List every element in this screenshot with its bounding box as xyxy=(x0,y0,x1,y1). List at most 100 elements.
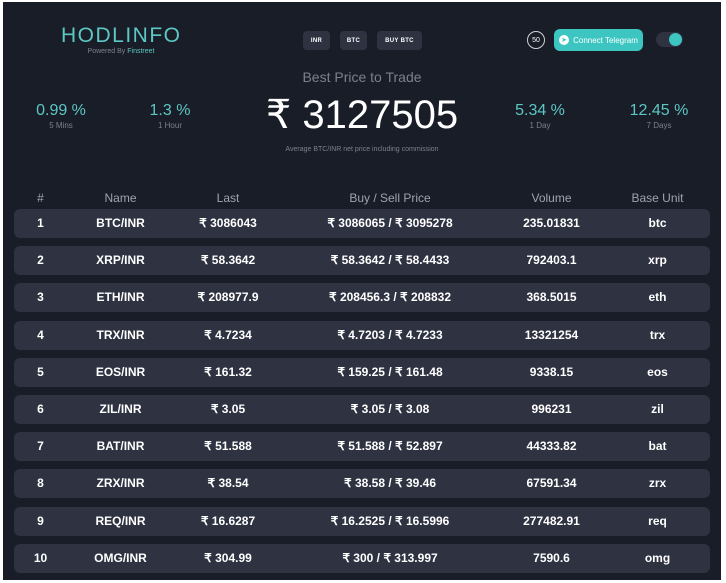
column-header-rank: # xyxy=(37,191,44,205)
cell-base-unit: zrx xyxy=(648,476,667,491)
table-row[interactable]: 7 BAT/INR ₹ 51.588 ₹ 51.588 / ₹ 52.897 4… xyxy=(14,432,710,462)
table-row[interactable]: 1 BTC/INR ₹ 3086043 ₹ 3086065 / ₹ 309527… xyxy=(14,209,710,238)
column-header-volume: Volume xyxy=(531,191,572,205)
cell-base-unit: omg xyxy=(644,550,671,565)
stat-5-mins: 0.99 % 5 Mins xyxy=(16,102,106,130)
best-price-note: Average BTC/INR net price including comm… xyxy=(285,146,439,153)
table-header: # Name Last Buy / Sell Price Volume Base… xyxy=(14,191,710,205)
cell-name: XRP/INR xyxy=(96,253,145,268)
cell-buy-sell: ₹ 208456.3 / ₹ 208832 xyxy=(328,290,452,305)
cell-volume: 67591.34 xyxy=(526,476,577,491)
table-row[interactable]: 10 OMG/INR ₹ 304.99 ₹ 300 / ₹ 313.997 75… xyxy=(14,543,710,573)
stat-label: 1 Day xyxy=(529,121,551,130)
cell-last: ₹ 58.3642 xyxy=(200,253,256,268)
stat-label: 7 Days xyxy=(646,121,672,130)
cell-buy-sell: ₹ 38.58 / ₹ 39.46 xyxy=(344,476,436,491)
cell-last: ₹ 16.6287 xyxy=(200,513,256,528)
stat-7-days: 12.45 % 7 Days xyxy=(614,102,704,130)
cell-rank: 10 xyxy=(33,550,48,565)
cell-buy-sell: ₹ 159.25 / ₹ 161.48 xyxy=(337,364,443,379)
cell-name: REQ/INR xyxy=(95,513,146,528)
cell-last: ₹ 3086043 xyxy=(199,216,257,230)
stat-label: 1 Hour xyxy=(157,121,182,130)
cell-rank: 4 xyxy=(37,327,44,342)
coin-btc-button[interactable]: BTC xyxy=(340,31,367,50)
cell-last: ₹ 208977.9 xyxy=(197,290,259,305)
refresh-timer: 50 xyxy=(527,31,545,49)
cell-last: ₹ 4.7234 xyxy=(204,327,252,342)
cell-name: BTC/INR xyxy=(96,216,145,230)
cell-last: ₹ 51.588 xyxy=(204,439,252,454)
cell-buy-sell: ₹ 3086065 / ₹ 3095278 xyxy=(327,216,453,230)
cell-rank: 1 xyxy=(37,216,44,230)
cell-base-unit: xrp xyxy=(648,253,667,268)
cell-last: ₹ 38.54 xyxy=(207,476,249,491)
brand-subtitle: Powered By Finstreet xyxy=(61,48,181,55)
cell-last: ₹ 304.99 xyxy=(204,550,252,565)
cell-buy-sell: ₹ 16.2525 / ₹ 16.5996 xyxy=(330,513,450,528)
cell-base-unit: trx xyxy=(649,327,666,342)
cell-rank: 8 xyxy=(37,476,44,491)
column-header-buy-sell: Buy / Sell Price xyxy=(349,191,431,205)
cell-rank: 3 xyxy=(37,290,44,305)
cell-volume: 792403.1 xyxy=(526,253,577,268)
cell-rank: 9 xyxy=(37,513,44,528)
stat-value: 5.34 % xyxy=(515,102,565,119)
best-price-title: Best Price to Trade xyxy=(302,69,422,85)
cell-name: OMG/INR xyxy=(94,550,147,565)
stat-value: 12.45 % xyxy=(629,102,689,119)
telegram-icon: ➤ xyxy=(559,35,570,45)
cell-volume: 368.5015 xyxy=(526,290,577,305)
cell-buy-sell: ₹ 3.05 / ₹ 3.08 xyxy=(350,401,430,416)
table-row[interactable]: 4 TRX/INR ₹ 4.7234 ₹ 4.7203 / ₹ 4.7233 1… xyxy=(14,320,710,350)
cell-name: BAT/INR xyxy=(96,439,145,454)
table-row[interactable]: 9 REQ/INR ₹ 16.6287 ₹ 16.2525 / ₹ 16.599… xyxy=(14,506,710,536)
cell-volume: 277482.91 xyxy=(523,513,580,528)
cell-rank: 5 xyxy=(37,364,44,379)
cell-base-unit: req xyxy=(648,513,667,528)
buy-btc-button[interactable]: BUY BTC xyxy=(377,31,422,50)
cell-rank: 6 xyxy=(37,401,44,416)
stat-1-day: 5.34 % 1 Day xyxy=(495,102,585,130)
cell-volume: 44333.82 xyxy=(526,439,577,454)
table-row[interactable]: 5 EOS/INR ₹ 161.32 ₹ 159.25 / ₹ 161.48 9… xyxy=(14,357,710,387)
cell-volume: 13321254 xyxy=(524,327,579,342)
column-header-name: Name xyxy=(104,191,137,205)
column-header-last: Last xyxy=(216,191,240,205)
cell-base-unit: eth xyxy=(648,290,667,305)
cell-rank: 2 xyxy=(37,253,44,268)
cell-base-unit: zil xyxy=(651,401,664,416)
brand-title: HODLINFO xyxy=(61,24,182,47)
powered-by-text: Powered By xyxy=(87,48,126,55)
cell-rank: 7 xyxy=(37,439,44,454)
stat-label: 5 Mins xyxy=(49,121,73,130)
cell-volume: 9338.15 xyxy=(529,364,574,379)
connect-telegram-button[interactable]: ➤ Connect Telegram xyxy=(554,29,643,51)
table-row[interactable]: 8 ZRX/INR ₹ 38.54 ₹ 38.58 / ₹ 39.46 6759… xyxy=(14,469,710,499)
cell-buy-sell: ₹ 58.3642 / ₹ 58.4433 xyxy=(330,253,450,268)
app-frame: HODLINFO Powered By Finstreet INR BTC BU… xyxy=(3,2,721,580)
cell-last: ₹ 3.05 xyxy=(210,401,246,416)
cell-name: ETH/INR xyxy=(96,290,145,305)
currency-inr-button[interactable]: INR xyxy=(303,31,330,50)
price-table: 1 BTC/INR ₹ 3086043 ₹ 3086065 / ₹ 309527… xyxy=(14,209,710,580)
brand[interactable]: HODLINFO Powered By Finstreet xyxy=(61,24,181,55)
cell-volume: 996231 xyxy=(531,401,572,416)
table-row[interactable]: 3 ETH/INR ₹ 208977.9 ₹ 208456.3 / ₹ 2088… xyxy=(14,283,710,313)
column-header-base-unit: Base Unit xyxy=(631,191,684,205)
cell-last: ₹ 161.32 xyxy=(204,364,252,379)
table-row[interactable]: 2 XRP/INR ₹ 58.3642 ₹ 58.3642 / ₹ 58.443… xyxy=(14,246,710,276)
cell-buy-sell: ₹ 300 / ₹ 313.997 xyxy=(342,550,438,565)
cell-buy-sell: ₹ 51.588 / ₹ 52.897 xyxy=(337,439,443,454)
cell-base-unit: eos xyxy=(647,364,668,379)
cell-name: TRX/INR xyxy=(96,327,145,342)
stat-value: 1.3 % xyxy=(149,102,191,119)
connect-telegram-label: Connect Telegram xyxy=(573,35,638,45)
finstreet-link[interactable]: Finstreet xyxy=(127,48,154,55)
cell-base-unit: btc xyxy=(648,216,667,230)
cell-buy-sell: ₹ 4.7203 / ₹ 4.7233 xyxy=(337,327,443,342)
table-row[interactable]: 6 ZIL/INR ₹ 3.05 ₹ 3.05 / ₹ 3.08 996231 … xyxy=(14,394,710,424)
cell-volume: 235.01831 xyxy=(523,216,580,230)
cell-volume: 7590.6 xyxy=(533,550,570,565)
theme-toggle[interactable] xyxy=(656,32,683,47)
